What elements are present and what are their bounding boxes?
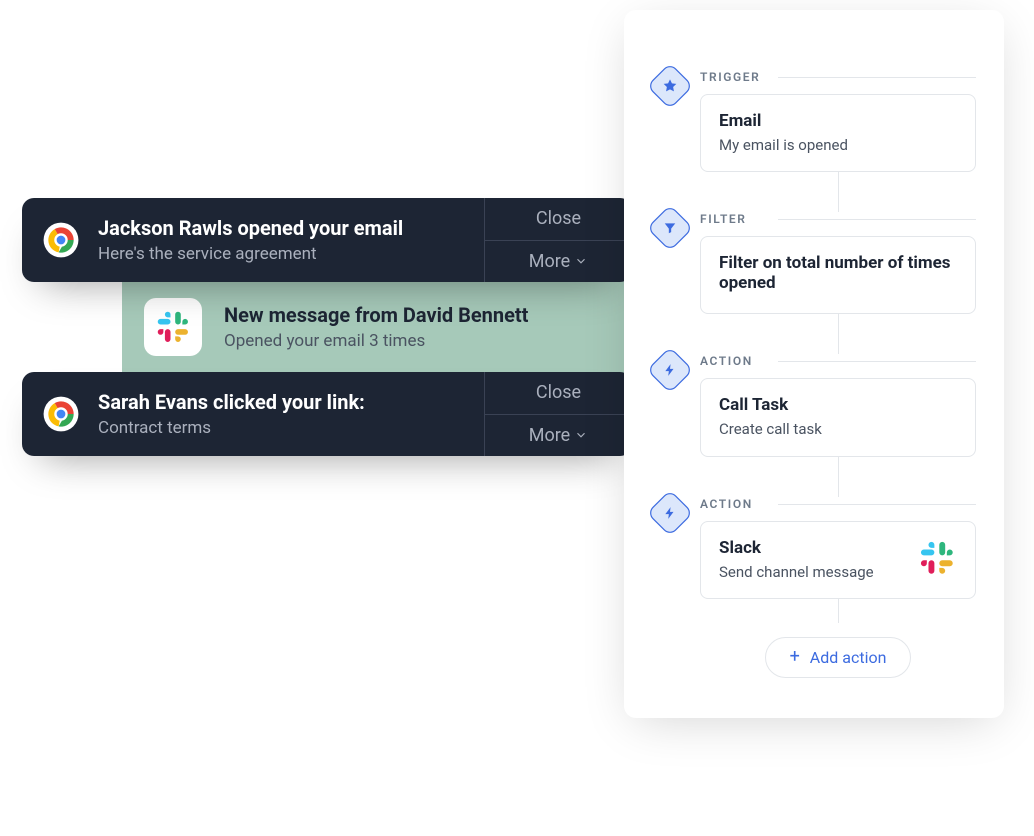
notification-title: New message from David Bennett xyxy=(224,303,528,327)
slack-icon xyxy=(154,308,192,346)
close-label: Close xyxy=(536,208,581,229)
step-type-label: ACTION xyxy=(700,354,976,368)
step-connector xyxy=(838,599,839,623)
workflow-step-filter[interactable]: FILTER Filter on total number of times o… xyxy=(652,212,976,314)
chevron-down-icon xyxy=(574,254,588,268)
step-title: Call Task xyxy=(719,395,822,415)
slack-app-icon xyxy=(144,298,202,356)
step-type-label: TRIGGER xyxy=(700,70,976,84)
step-title: Filter on total number of times opened xyxy=(719,253,957,293)
add-action-label: Add action xyxy=(810,648,887,667)
step-title: Email xyxy=(719,111,848,131)
star-icon xyxy=(662,78,678,94)
close-button[interactable]: Close xyxy=(485,198,632,240)
step-title: Slack xyxy=(719,538,874,558)
notification-subtitle: Contract terms xyxy=(98,418,365,438)
step-subtitle: My email is opened xyxy=(719,135,848,155)
step-subtitle: Send channel message xyxy=(719,562,874,582)
workflow-step-action[interactable]: ACTION Slack Send channel message xyxy=(652,497,976,599)
step-type-label: FILTER xyxy=(700,212,976,226)
bolt-icon xyxy=(663,505,677,521)
notification-card[interactable]: Jackson Rawls opened your email Here's t… xyxy=(22,198,632,282)
plus-icon: + xyxy=(790,648,800,666)
notification-card-slack[interactable]: New message from David Bennett Opened yo… xyxy=(122,280,682,374)
more-label: More xyxy=(529,425,570,446)
bolt-icon xyxy=(663,362,677,378)
chrome-icon xyxy=(42,221,80,259)
notification-title: Jackson Rawls opened your email xyxy=(98,216,403,240)
funnel-icon xyxy=(663,221,677,235)
close-label: Close xyxy=(536,382,581,403)
notification-title: Sarah Evans clicked your link: xyxy=(98,390,365,414)
close-button[interactable]: Close xyxy=(485,372,632,414)
step-subtitle: Create call task xyxy=(719,419,822,439)
action-diamond-icon xyxy=(646,489,694,537)
workflow-step-action[interactable]: ACTION Call Task Create call task xyxy=(652,354,976,456)
chrome-icon xyxy=(42,395,80,433)
step-connector xyxy=(838,457,839,497)
step-connector xyxy=(838,172,839,212)
workflow-step-trigger[interactable]: TRIGGER Email My email is opened xyxy=(652,70,976,172)
more-label: More xyxy=(529,251,570,272)
notification-stack: Jackson Rawls opened your email Here's t… xyxy=(22,198,632,456)
workflow-panel: TRIGGER Email My email is opened FILTER … xyxy=(624,10,1004,718)
more-button[interactable]: More xyxy=(485,240,632,283)
step-connector xyxy=(838,314,839,354)
slack-icon xyxy=(917,538,957,578)
notification-subtitle: Here's the service agreement xyxy=(98,244,403,264)
add-action-button[interactable]: + Add action xyxy=(765,637,912,678)
filter-diamond-icon xyxy=(646,204,694,252)
step-type-label: ACTION xyxy=(700,497,976,511)
notification-card[interactable]: Sarah Evans clicked your link: Contract … xyxy=(22,372,632,456)
chevron-down-icon xyxy=(574,428,588,442)
action-diamond-icon xyxy=(646,346,694,394)
more-button[interactable]: More xyxy=(485,414,632,457)
notification-subtitle: Opened your email 3 times xyxy=(224,331,528,351)
trigger-diamond-icon xyxy=(646,62,694,110)
